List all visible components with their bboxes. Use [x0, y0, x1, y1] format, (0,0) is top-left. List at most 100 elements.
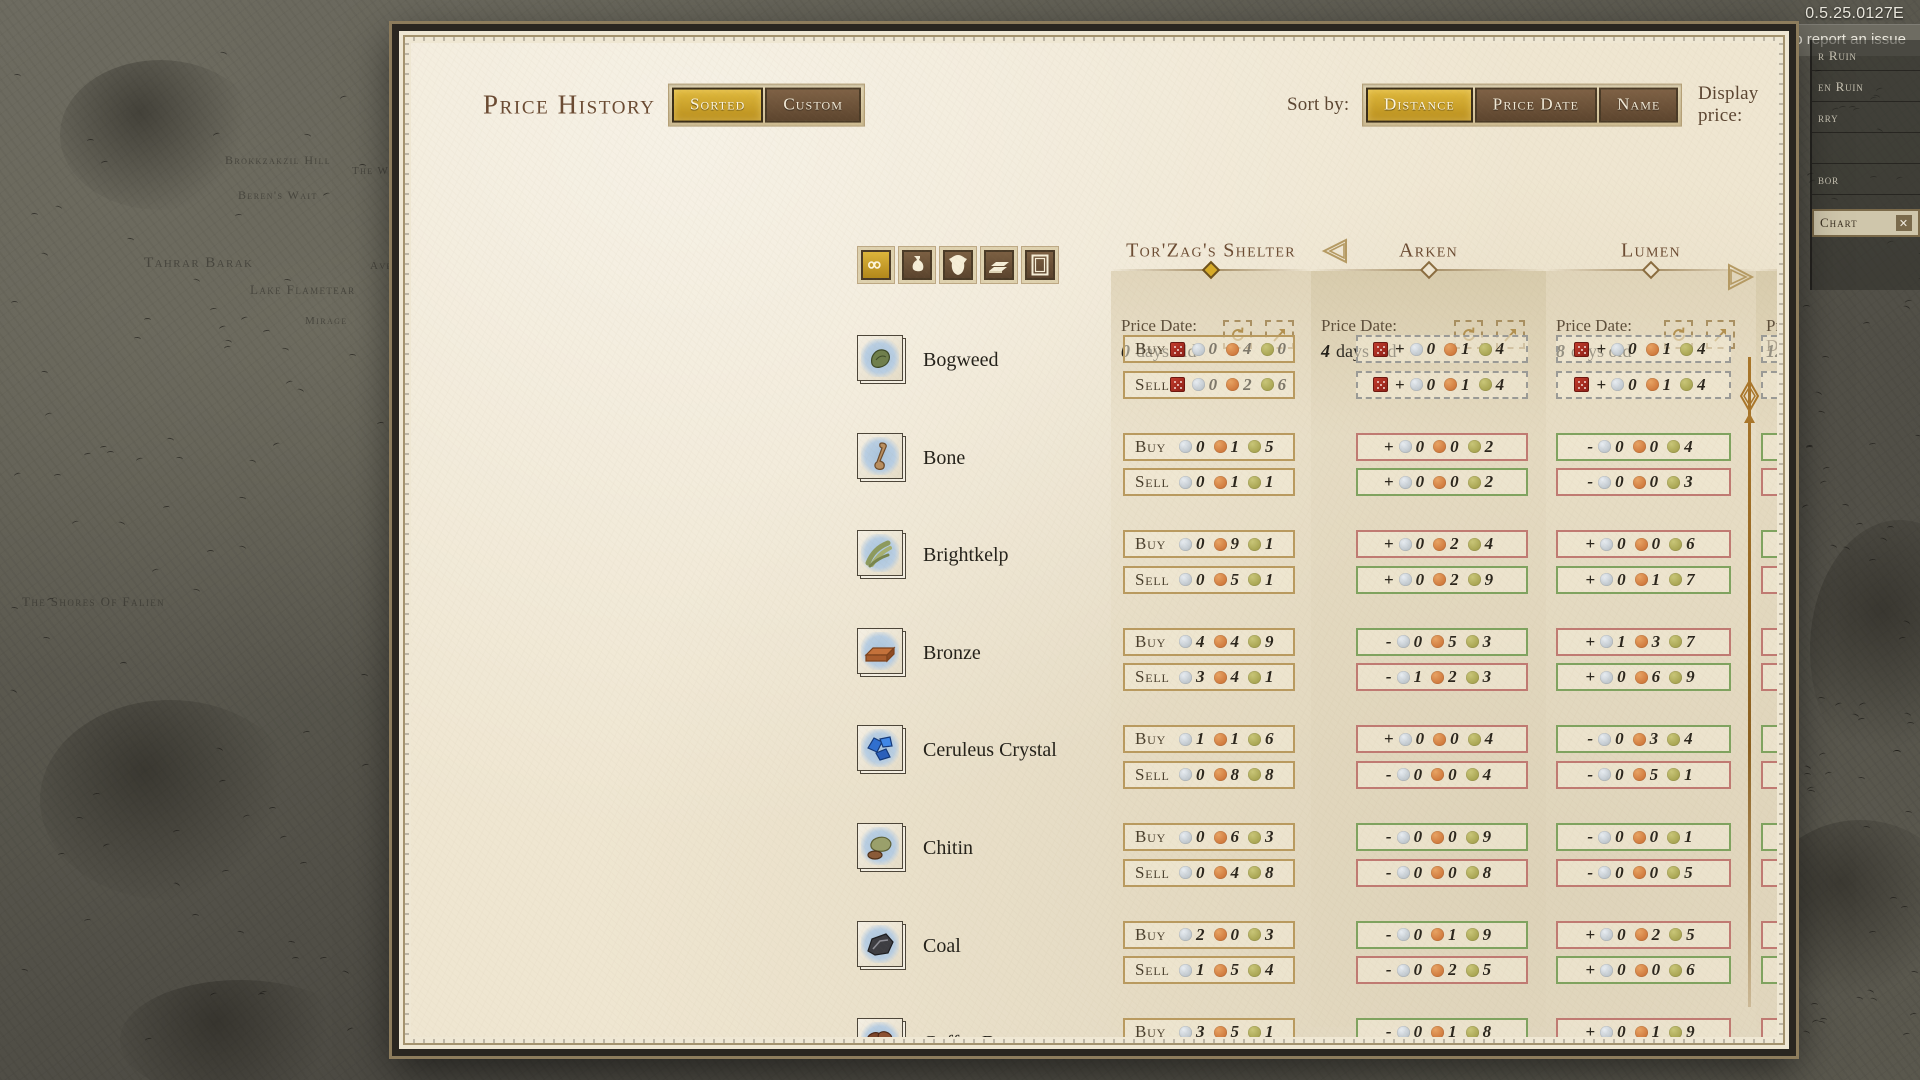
scrollbar-thumb[interactable]	[1736, 379, 1763, 427]
bronze-icon[interactable]	[857, 628, 903, 674]
price-digit: 5	[1684, 863, 1693, 883]
price-cell-sell[interactable]: - 0 2 5	[1356, 956, 1528, 984]
price-cell-sell[interactable]: -003	[1556, 468, 1731, 496]
price-cell-buy[interactable]: +025	[1556, 921, 1731, 949]
price-cell-sell[interactable]: Sell 1 5 4	[1123, 956, 1295, 984]
mode-button-sorted[interactable]: Sorted	[672, 88, 763, 123]
price-cell-buy[interactable]: - 0 0 9	[1356, 823, 1528, 851]
mode-button-custom[interactable]: Custom	[765, 88, 861, 123]
prev-arrow-icon[interactable]	[1321, 238, 1351, 264]
price-cell-buy[interactable]: Buy 3 5 1	[1123, 1018, 1295, 1037]
background-chart-button[interactable]: Chart ✕	[1812, 209, 1920, 237]
price-cell-sell[interactable]: Sell 0 4 8	[1123, 859, 1295, 887]
price-cell-sell[interactable]: +0 6 9	[1556, 663, 1731, 691]
category-filter-cloth[interactable]	[1021, 246, 1059, 284]
price-cell-sell[interactable]: +029	[1761, 371, 1777, 399]
price-cell-buy[interactable]: +0 1 4	[1556, 335, 1731, 363]
bogweed-icon[interactable]	[857, 335, 903, 381]
price-cell-buy[interactable]: +011	[1761, 1018, 1777, 1037]
price-cell-buy[interactable]: +0 1 9	[1556, 1018, 1731, 1037]
category-filter-leather[interactable]	[939, 246, 977, 284]
price-cell-buy[interactable]: Buy 0 6 3	[1123, 823, 1295, 851]
sort-button-distance[interactable]: Distance	[1366, 88, 1473, 123]
price-cell-buy[interactable]: +025	[1761, 921, 1777, 949]
item-name: Ceruleus Crystal	[923, 739, 1057, 762]
price-cell-sell[interactable]: +0 0 6	[1556, 956, 1731, 984]
price-digit: 9	[1483, 827, 1492, 847]
buy-label: Buy	[1125, 437, 1179, 457]
price-cell-sell[interactable]: -014	[1761, 566, 1777, 594]
price-cell-buy[interactable]: - 0 0 1	[1556, 823, 1731, 851]
price-cell-buy[interactable]: +0 0 2	[1356, 433, 1528, 461]
price-cell-buy[interactable]: - 0 3 4	[1556, 725, 1731, 753]
price-cell-sell[interactable]: Sell 0 5 1	[1123, 566, 1295, 594]
chitin-icon[interactable]	[857, 823, 903, 869]
price-cell-sell[interactable]: - 0 5 1	[1556, 761, 1731, 789]
price-cell-buy[interactable]: +0 0 6	[1556, 530, 1731, 558]
price-cell-buy[interactable]: +0 2 4	[1356, 530, 1528, 558]
ceruleus-crystal-icon[interactable]	[857, 725, 903, 771]
price-digit: 7	[1686, 632, 1695, 652]
price-cell-sell[interactable]: -060	[1761, 663, 1777, 691]
price-cell-buy[interactable]: +082	[1761, 628, 1777, 656]
silver-coin-icon	[1600, 573, 1613, 586]
price-cell-sell[interactable]: Sell 0 1 1	[1123, 468, 1295, 496]
price-cell-buy[interactable]: +0 1 4	[1356, 335, 1528, 363]
price-cell-buy[interactable]: Buy 4 4 9	[1123, 628, 1295, 656]
price-values: 026	[1170, 375, 1294, 395]
column-title-arken[interactable]: Arken	[1399, 240, 1458, 263]
price-cell-buy[interactable]: +0 0 4	[1356, 725, 1528, 753]
price-cell-sell[interactable]: +0 1 4	[1556, 371, 1731, 399]
price-cell-buy[interactable]: -017	[1761, 725, 1777, 753]
price-cell-sell[interactable]: Sell 3 4 1	[1123, 663, 1295, 691]
price-cell-sell[interactable]: -016	[1761, 859, 1777, 887]
price-cell-buy[interactable]: -004	[1556, 433, 1731, 461]
coal-icon[interactable]	[857, 921, 903, 967]
brightkelp-icon[interactable]	[857, 530, 903, 576]
price-cell-buy[interactable]: +1 3 7	[1556, 628, 1731, 656]
price-cell-sell[interactable]: - 0 0 4	[1356, 761, 1528, 789]
price-sign: -	[1587, 765, 1593, 785]
price-cell-sell[interactable]: Sell 0 2 6	[1123, 371, 1295, 399]
sort-button-price-date[interactable]: Price Date	[1475, 88, 1597, 123]
price-cell-sell[interactable]: -003	[1761, 468, 1777, 496]
bone-icon[interactable]	[857, 433, 903, 479]
price-cell-sell[interactable]: +0 1 7	[1556, 566, 1731, 594]
price-cell-sell[interactable]: +0 1 4	[1356, 371, 1528, 399]
category-filter-pottery[interactable]	[898, 246, 936, 284]
price-digit: 0	[1615, 437, 1624, 457]
price-cell-buy[interactable]: Buy 0 4 0	[1123, 335, 1295, 363]
price-cell-sell[interactable]: Sell 0 8 8	[1123, 761, 1295, 789]
price-cell-sell[interactable]: - 1 2 3	[1356, 663, 1528, 691]
price-cell-buy[interactable]: Buy 0 1 5	[1123, 433, 1295, 461]
price-cell-sell[interactable]: -085	[1761, 761, 1777, 789]
category-filter-all[interactable]	[857, 246, 895, 284]
price-digit: 0	[1209, 339, 1218, 359]
sort-button-name[interactable]: Name	[1599, 88, 1678, 123]
price-cell-buy[interactable]: Buy 1 1 6	[1123, 725, 1295, 753]
next-arrow-icon[interactable]	[1723, 263, 1755, 291]
price-values: +1 3 7	[1585, 632, 1701, 652]
column-title-lumen[interactable]: Lumen	[1621, 240, 1681, 263]
price-cell-sell[interactable]: - 0 0 8	[1356, 859, 1528, 887]
price-cell-buy[interactable]: +036	[1761, 335, 1777, 363]
price-cell-buy[interactable]: -016	[1761, 823, 1777, 851]
coffee-beans-icon[interactable]	[857, 1018, 903, 1037]
price-cell-sell[interactable]: +001	[1761, 956, 1777, 984]
price-cell-buy[interactable]: - 0 1 9	[1356, 921, 1528, 949]
price-cell-buy[interactable]: - 0 5 3	[1356, 628, 1528, 656]
price-cell-buy[interactable]: -004	[1761, 433, 1777, 461]
category-filter-ingots[interactable]	[980, 246, 1018, 284]
price-cell-sell[interactable]: +029	[1356, 566, 1528, 594]
price-cell-buy[interactable]: Buy 0 9 1	[1123, 530, 1295, 558]
price-cell-sell[interactable]: - 0 0 5	[1556, 859, 1731, 887]
price-cell-buy[interactable]: -022	[1761, 530, 1777, 558]
sort-by-label: Sort by:	[1287, 94, 1349, 116]
column-title-tor-zag-s-shelter[interactable]: Tor'Zag's Shelter	[1126, 240, 1296, 263]
price-cell-buy[interactable]: Buy 2 0 3	[1123, 921, 1295, 949]
price-cell-sell[interactable]: +0 0 2	[1356, 468, 1528, 496]
scrollbar-track[interactable]	[1748, 357, 1751, 1007]
background-chart-close-icon[interactable]: ✕	[1896, 215, 1912, 231]
price-cell-buy[interactable]: - 0 1 8	[1356, 1018, 1528, 1037]
silver-coin-icon	[1410, 343, 1423, 356]
